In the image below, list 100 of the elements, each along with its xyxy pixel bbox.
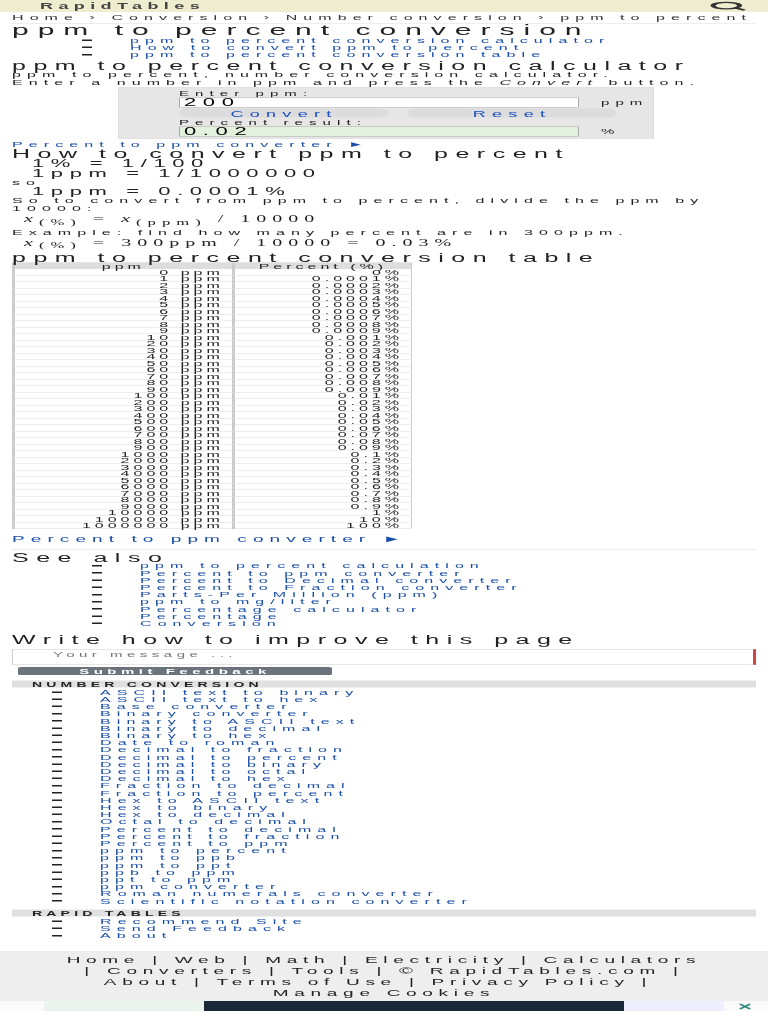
section-heading: ppm to percent conversion calculator	[12, 60, 692, 71]
footer-link[interactable]: Privacy Policy	[431, 976, 630, 988]
table-cell: 10%	[233, 515, 412, 523]
footer-link[interactable]: Converters	[107, 965, 257, 977]
footer-link[interactable]: Calculators	[543, 954, 702, 966]
link[interactable]: Percent to ppm converter ►	[12, 533, 408, 545]
table-cell: 3000 ppm	[13, 463, 234, 471]
footer-link[interactable]: Web	[174, 954, 231, 966]
link[interactable]: Percent to ppm converter	[140, 569, 466, 577]
link[interactable]: Percent to decimal	[100, 825, 342, 833]
formula: x$_{(%)}$ = 300ppm / 10000 = 0.03%	[24, 236, 459, 252]
bullet-icon	[52, 741, 62, 744]
logo[interactable]: RapidTables	[40, 0, 206, 12]
table-cell: 400 ppm	[13, 411, 234, 419]
link[interactable]: Decimal to octal	[100, 767, 312, 775]
link[interactable]: Octal to decimal	[100, 818, 312, 826]
link[interactable]: Recommend Site	[100, 917, 308, 925]
equation: 1ppm = 0.0001%	[32, 186, 293, 197]
footer-link[interactable]: Terms of Use	[216, 976, 397, 988]
separator: |	[376, 965, 388, 977]
link[interactable]: ppm to ppb	[100, 854, 241, 862]
table-cell: 0.01%	[233, 392, 412, 399]
link[interactable]: ASCII text to hex	[100, 695, 324, 703]
table-cell: 0.8%	[233, 496, 412, 503]
separator: |	[268, 965, 280, 977]
convert-button[interactable]: Convert	[179, 108, 389, 118]
footer-link[interactable]: Electricity	[364, 954, 509, 966]
table-cell: 0.03%	[233, 405, 412, 412]
table-cell: 200 ppm	[13, 398, 234, 406]
column-header: Percent (%)	[233, 262, 412, 270]
bullet-icon	[82, 53, 92, 56]
link[interactable]: Parts-Per Million (ppm)	[140, 590, 444, 599]
table-cell: 4 ppm	[13, 294, 234, 302]
link[interactable]: Decimal to fraction	[100, 746, 348, 754]
table-cell: 800 ppm	[13, 437, 234, 445]
link[interactable]: Percent to Fraction converter	[140, 583, 523, 591]
link[interactable]: ASCII text to binary	[100, 688, 360, 696]
table-cell: 70 ppm	[13, 372, 234, 380]
table-cell: 0.006%	[233, 366, 412, 373]
link[interactable]: ppm to ppt	[100, 861, 237, 869]
reset-button[interactable]: Reset	[407, 108, 617, 118]
bullet-icon	[52, 705, 62, 708]
table-cell: 0.4%	[233, 470, 412, 477]
ppm-input-field[interactable]: 200	[179, 97, 579, 108]
table-cell: 6 ppm	[13, 307, 234, 315]
link[interactable]: About	[100, 931, 173, 940]
equation: 1ppm = 1/1000000	[32, 168, 323, 179]
link[interactable]: Roman numerals converter	[100, 890, 439, 898]
bullet-icon	[52, 856, 62, 859]
link[interactable]: Decimal to hex	[100, 774, 291, 783]
link[interactable]: Hex to binary	[100, 803, 274, 811]
link[interactable]: Percent to fraction	[100, 832, 346, 840]
table-cell: 1%	[233, 509, 412, 516]
table-cell: 0.2%	[233, 457, 412, 464]
footer-link[interactable]: © RapidTables.com	[399, 965, 661, 977]
table-cell: 0.02%	[233, 398, 412, 406]
link[interactable]: Decimal to percent	[100, 753, 343, 761]
result-field[interactable]: 0.02	[179, 126, 579, 137]
table-cell: 0.0009%	[233, 327, 412, 334]
link[interactable]: ppm to mg/liter	[140, 598, 337, 606]
footer-link[interactable]: Math	[265, 954, 331, 966]
bullet-icon	[92, 593, 102, 596]
link[interactable]: ppm to percent calculation	[140, 562, 485, 570]
footer-link[interactable]: Tools	[291, 965, 365, 977]
link[interactable]: Fraction to percent	[100, 789, 349, 797]
link[interactable]: Fraction to decimal	[100, 782, 351, 790]
table-cell: 0.09%	[233, 444, 412, 451]
link[interactable]: Binary converter	[100, 710, 314, 718]
separator: |	[242, 954, 254, 966]
footer-link[interactable]: About	[103, 976, 182, 988]
table-cell: 0.002%	[233, 340, 412, 347]
bullet-icon	[52, 842, 62, 845]
paragraph: Example: find how many percent are in 300ppm.	[12, 228, 630, 237]
bullet-icon	[52, 712, 62, 715]
bullet-icon	[52, 777, 62, 780]
ad-banner[interactable]	[0, 1001, 768, 1012]
table-cell: 0.004%	[233, 353, 412, 360]
footer-link[interactable]: Home	[66, 954, 141, 966]
table-cell: 0.04%	[233, 411, 412, 419]
footer-link[interactable]: Manage Cookies	[272, 987, 496, 999]
separator: |	[84, 965, 95, 977]
link[interactable]: Binary to ASCII text	[100, 717, 361, 725]
link[interactable]: Percent to ppm converter ►	[12, 140, 370, 149]
paragraph: so	[12, 178, 42, 187]
table-cell: 0.06%	[233, 424, 412, 432]
link[interactable]: Scientific notation converter	[100, 897, 473, 905]
link[interactable]: Percent to ppm	[100, 839, 294, 847]
separator: |	[342, 954, 353, 966]
table-cell: 0.08%	[233, 437, 412, 445]
bullet-icon	[52, 748, 62, 751]
table-cell: 100%	[233, 522, 412, 529]
link[interactable]: Send Feedback	[100, 924, 292, 932]
bullet-icon	[82, 46, 92, 49]
table-cell: 0.07%	[233, 431, 412, 438]
search-icon[interactable]	[708, 1, 748, 11]
link[interactable]: Percentage calculator	[140, 605, 423, 613]
paragraph: Enter a number in ppm and press the Convert button.	[12, 78, 702, 87]
link[interactable]: Base converter	[100, 702, 293, 711]
table-cell: 10 ppm	[13, 333, 234, 341]
bullet-icon	[52, 806, 62, 809]
